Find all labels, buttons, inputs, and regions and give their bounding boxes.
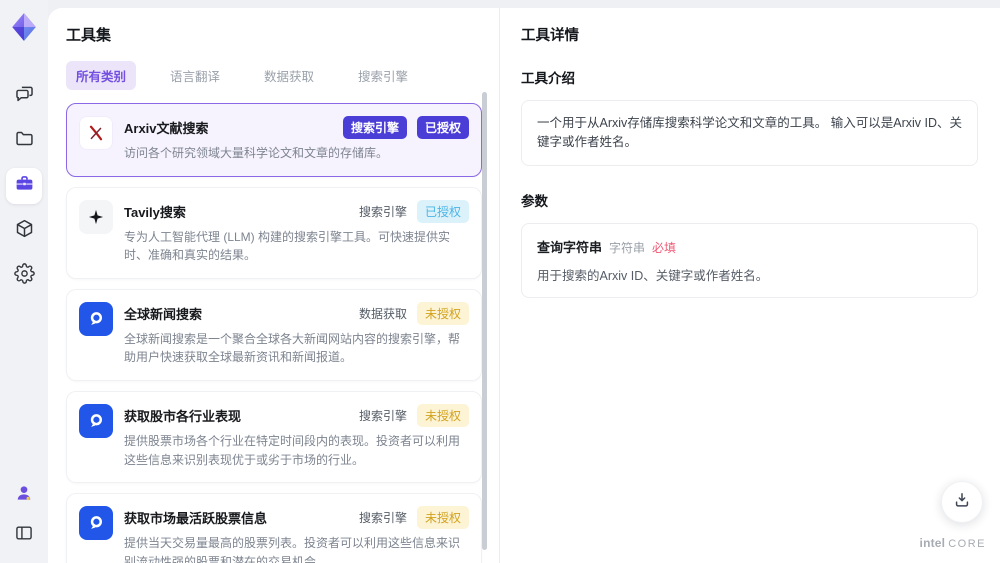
sidebar-item-settings[interactable] [6, 258, 42, 294]
download-icon [952, 490, 972, 515]
user-avatar[interactable] [8, 479, 40, 511]
tool-card[interactable]: 全球新闻搜索 数据获取 未授权 全球新闻搜索是一个聚合全球各大新闻网站内容的搜索… [66, 288, 482, 381]
stock-logo-icon [79, 506, 113, 541]
tool-name: Tavily搜索 [124, 204, 186, 220]
intro-text: 一个用于从Arxiv存储库搜索科学论文和文章的工具。 输入可以是Arxiv ID… [537, 116, 963, 149]
tool-name: 全球新闻搜索 [124, 306, 203, 322]
news-search-logo-icon [79, 301, 113, 336]
tool-card[interactable]: Tavily搜索 搜索引擎 已授权 专为人工智能代理 (LLM) 构建的搜索引擎… [66, 186, 482, 279]
gear-icon [13, 263, 35, 289]
intel-core-logo: intel CORE [920, 536, 986, 550]
tool-card[interactable]: 获取股市各行业表现 搜索引擎 未授权 提供股票市场各个行业在特定时间段内的表现。… [66, 390, 482, 484]
tool-name: 获取股市各行业表现 [124, 408, 242, 424]
user-avatar-icon [14, 483, 34, 508]
tool-description: 专为人工智能代理 (LLM) 构建的搜索引擎工具。可快速提供实时、准确和真实的结… [124, 229, 451, 263]
collapse-panel-icon [14, 523, 34, 548]
tab-all-categories[interactable]: 所有类别 [66, 61, 137, 90]
rail-bottom [8, 479, 40, 563]
cube-icon [14, 218, 35, 244]
left-rail [0, 0, 48, 563]
tool-name: 获取市场最活跃股票信息 [124, 511, 268, 527]
category-tabs: 所有类别 语言翻译 数据获取 搜索引擎 [66, 61, 499, 90]
param-required-flag: 必填 [652, 240, 677, 255]
detail-title: 工具详情 [521, 28, 579, 44]
tavily-logo-icon [79, 199, 113, 234]
chat-icon [14, 83, 35, 109]
intro-box: 一个用于从Arxiv存储库搜索科学论文和文章的工具。 输入可以是Arxiv ID… [521, 100, 978, 166]
tool-status-badge: 未授权 [416, 403, 469, 427]
brand-text: CORE [948, 538, 986, 550]
param-description: 用于搜索的Arxiv ID、关键字或作者姓名。 [537, 268, 769, 283]
tool-status-badge: 已授权 [416, 116, 469, 139]
brand-text: intel [919, 536, 946, 550]
tool-name: Arxiv文献搜索 [124, 121, 209, 136]
tool-status-badge: 未授权 [416, 506, 469, 530]
tool-list: Arxiv文献搜索 搜索引擎 已授权 访问各个研究领域大量科学论文和文章的存储库… [66, 103, 482, 563]
toolbox-icon [14, 173, 35, 199]
tool-category-label: 数据获取 [358, 306, 407, 321]
tool-description: 访问各个研究领域大量科学论文和文章的存储库。 [124, 146, 389, 160]
intro-heading: 工具介绍 [521, 71, 575, 86]
sidebar-item-tools[interactable] [6, 168, 42, 204]
rail-nav [6, 78, 42, 294]
tool-category-label: 搜索引擎 [358, 204, 407, 219]
list-scrollbar[interactable] [482, 92, 487, 550]
tool-description: 提供当天交易量最高的股票列表。投资者可以利用这些信息来识别流动性强的股票和潜在的… [124, 536, 461, 563]
stock-logo-icon [79, 403, 113, 438]
tool-category-label: 搜索引擎 [358, 511, 407, 526]
tool-status-badge: 已授权 [416, 199, 469, 223]
sidebar-item-plugins[interactable] [6, 213, 42, 249]
page-title: 工具集 [66, 27, 112, 44]
sidebar-item-chat[interactable] [6, 78, 42, 114]
tool-detail-panel: 工具详情 工具介绍 一个用于从Arxiv存储库搜索科学论文和文章的工具。 输入可… [500, 8, 1000, 563]
tool-category-label: 搜索引擎 [358, 408, 407, 423]
collapse-sidebar-button[interactable] [8, 519, 40, 551]
folder-icon [14, 128, 35, 154]
tab-language-translation[interactable]: 语言翻译 [160, 61, 230, 90]
app-root: 工具集 所有类别 语言翻译 数据获取 搜索引擎 Arxiv文献搜索 搜索引擎 已… [0, 0, 1000, 563]
tool-status-badge: 未授权 [416, 301, 469, 325]
tool-description: 全球新闻搜索是一个聚合全球各大新闻网站内容的搜索引擎，帮助用户快速获取全球最新资… [124, 331, 461, 365]
main-surface: 工具集 所有类别 语言翻译 数据获取 搜索引擎 Arxiv文献搜索 搜索引擎 已… [48, 8, 1000, 563]
tool-list-panel: 工具集 所有类别 语言翻译 数据获取 搜索引擎 Arxiv文献搜索 搜索引擎 已… [48, 8, 500, 563]
param-type: 字符串 [609, 240, 646, 255]
params-heading: 参数 [521, 193, 548, 209]
download-button[interactable] [941, 481, 983, 523]
tool-card[interactable]: 获取市场最活跃股票信息 搜索引擎 未授权 提供当天交易量最高的股票列表。投资者可… [66, 493, 482, 563]
tool-card[interactable]: Arxiv文献搜索 搜索引擎 已授权 访问各个研究领域大量科学论文和文章的存储库… [66, 103, 482, 177]
tab-search-engine[interactable]: 搜索引擎 [348, 61, 418, 90]
app-logo-icon [7, 10, 41, 44]
tab-data-fetch[interactable]: 数据获取 [254, 61, 324, 90]
param-box: 查询字符串 字符串 必填 用于搜索的Arxiv ID、关键字或作者姓名。 [521, 222, 978, 298]
arxiv-logo-icon [79, 116, 113, 150]
tool-category-badge: 搜索引擎 [342, 116, 407, 139]
tool-description: 提供股票市场各个行业在特定时间段内的表现。投资者可以利用这些信息来识别表现优于或… [124, 433, 461, 467]
param-name: 查询字符串 [537, 239, 603, 255]
sidebar-item-files[interactable] [6, 123, 42, 159]
